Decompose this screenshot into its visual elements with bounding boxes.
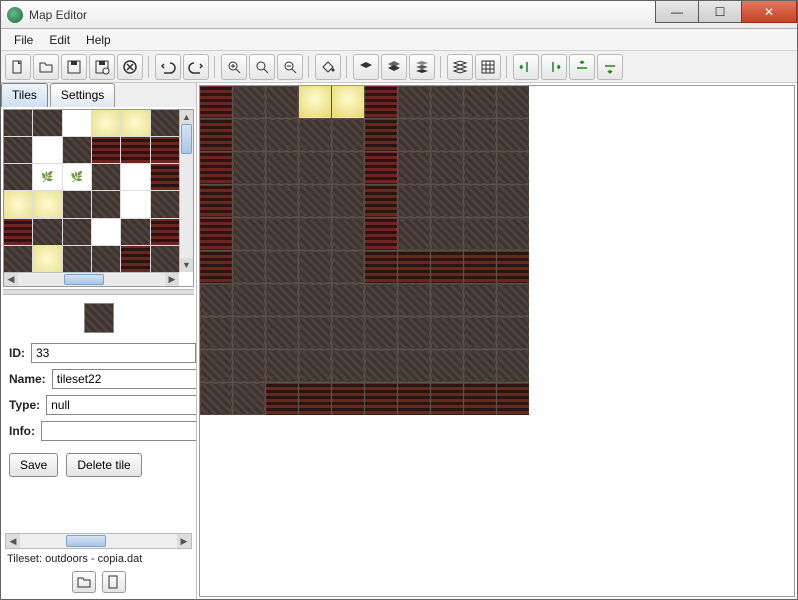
zoomfit-icon[interactable] bbox=[249, 54, 275, 80]
type-label: Type: bbox=[9, 398, 40, 412]
separator bbox=[440, 56, 442, 78]
toolbar bbox=[1, 51, 797, 83]
menu-file[interactable]: File bbox=[7, 30, 40, 50]
undo-icon[interactable] bbox=[155, 54, 181, 80]
layerall-icon[interactable] bbox=[447, 54, 473, 80]
layer1-icon[interactable] bbox=[353, 54, 379, 80]
open-icon[interactable] bbox=[33, 54, 59, 80]
app-icon bbox=[7, 7, 23, 23]
layer3-icon[interactable] bbox=[409, 54, 435, 80]
close-button[interactable]: ✕ bbox=[741, 1, 797, 23]
tile-palette[interactable]: ▲▼ ◀▶ bbox=[3, 109, 194, 287]
tab-tiles[interactable]: Tiles bbox=[1, 83, 48, 107]
delete-tile-button[interactable]: Delete tile bbox=[66, 453, 141, 477]
layer2-icon[interactable] bbox=[381, 54, 407, 80]
saveas-icon[interactable] bbox=[89, 54, 115, 80]
name-field[interactable] bbox=[52, 369, 197, 389]
tileset-scrollbar[interactable]: ◀▶ bbox=[5, 533, 192, 549]
menu-help[interactable]: Help bbox=[79, 30, 118, 50]
close-file-icon[interactable] bbox=[117, 54, 143, 80]
type-field[interactable] bbox=[46, 395, 197, 415]
menu-edit[interactable]: Edit bbox=[42, 30, 77, 50]
app-window: Map Editor — ☐ ✕ File Edit Help bbox=[0, 0, 798, 600]
move-down-icon[interactable] bbox=[597, 54, 623, 80]
zoomout-icon[interactable] bbox=[277, 54, 303, 80]
tileset-new-icon[interactable] bbox=[102, 571, 126, 593]
map-grid[interactable] bbox=[200, 86, 529, 415]
separator bbox=[214, 56, 216, 78]
info-label: Info: bbox=[9, 424, 35, 438]
tileset-info: Tileset: outdoors - copia.dat bbox=[1, 551, 196, 567]
maximize-button[interactable]: ☐ bbox=[698, 1, 742, 23]
tile-properties: ID: Name: Type: Info: Save Delete tile bbox=[1, 295, 196, 483]
minimize-button[interactable]: — bbox=[655, 1, 699, 23]
tab-settings[interactable]: Settings bbox=[50, 83, 115, 107]
move-right-icon[interactable] bbox=[541, 54, 567, 80]
window-controls: — ☐ ✕ bbox=[656, 1, 797, 28]
content-area: Tiles Settings ▲▼ ◀▶ ID: Name: bbox=[1, 83, 797, 599]
map-canvas[interactable] bbox=[199, 85, 795, 597]
name-label: Name: bbox=[9, 372, 46, 386]
menubar: File Edit Help bbox=[1, 29, 797, 51]
window-title: Map Editor bbox=[29, 8, 656, 22]
palette-grid[interactable] bbox=[4, 110, 179, 272]
separator bbox=[346, 56, 348, 78]
separator bbox=[506, 56, 508, 78]
left-panel: Tiles Settings ▲▼ ◀▶ ID: Name: bbox=[1, 83, 197, 599]
save-icon[interactable] bbox=[61, 54, 87, 80]
grid-icon[interactable] bbox=[475, 54, 501, 80]
new-icon[interactable] bbox=[5, 54, 31, 80]
tile-preview bbox=[84, 303, 114, 333]
save-button[interactable]: Save bbox=[9, 453, 58, 477]
move-left-icon[interactable] bbox=[513, 54, 539, 80]
tileset-open-icon[interactable] bbox=[72, 571, 96, 593]
palette-vscrollbar[interactable]: ▲▼ bbox=[179, 110, 193, 272]
titlebar[interactable]: Map Editor — ☐ ✕ bbox=[1, 1, 797, 29]
id-label: ID: bbox=[9, 346, 25, 360]
zoomin-icon[interactable] bbox=[221, 54, 247, 80]
info-field[interactable] bbox=[41, 421, 197, 441]
tab-bar: Tiles Settings bbox=[1, 83, 196, 107]
id-field[interactable] bbox=[31, 343, 196, 363]
palette-hscrollbar[interactable]: ◀▶ bbox=[4, 272, 179, 286]
redo-icon[interactable] bbox=[183, 54, 209, 80]
fill-icon[interactable] bbox=[315, 54, 341, 80]
separator bbox=[308, 56, 310, 78]
move-up-icon[interactable] bbox=[569, 54, 595, 80]
separator bbox=[148, 56, 150, 78]
